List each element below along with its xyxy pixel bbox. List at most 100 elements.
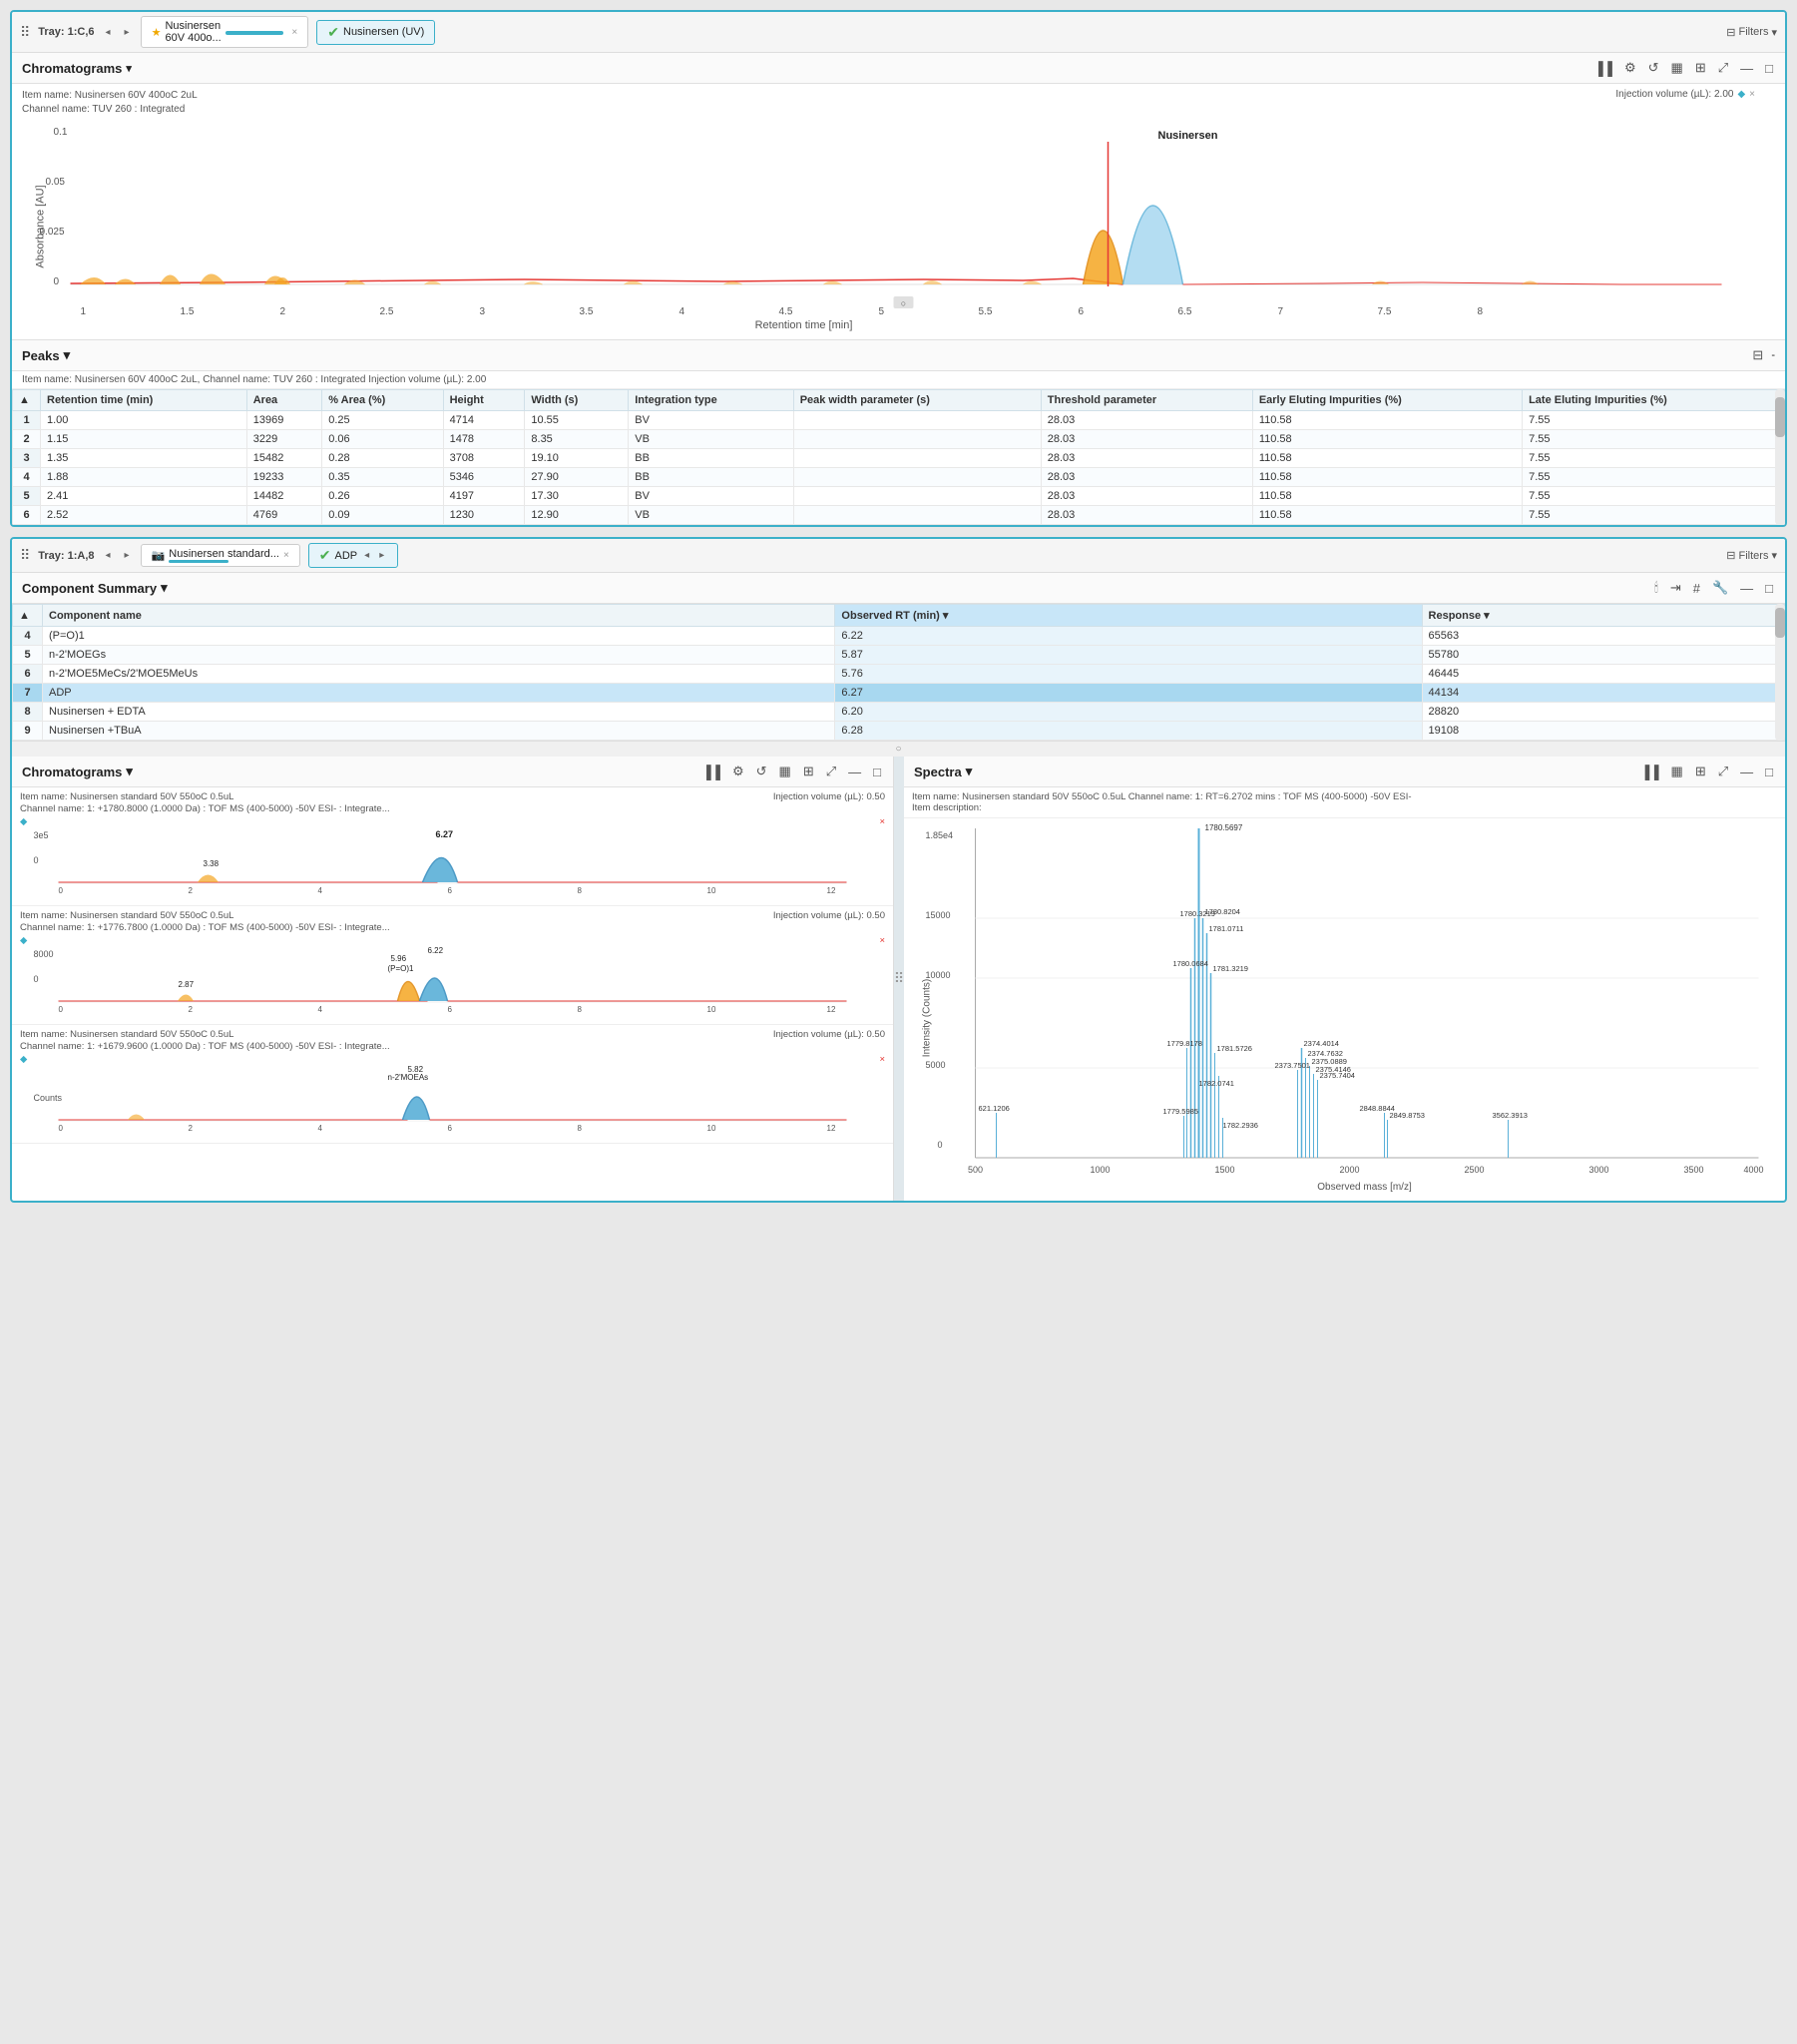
- table-row[interactable]: 5 2.41 14482 0.26 4197 17.30 BV 28.03 11…: [13, 487, 1785, 506]
- mini-close-1[interactable]: ×: [879, 816, 885, 828]
- col-header-height[interactable]: Height: [443, 390, 525, 411]
- scrollbar-thumb[interactable]: [1775, 397, 1785, 437]
- comp-scrollbar-thumb[interactable]: [1775, 608, 1785, 638]
- col-header-area[interactable]: Area: [246, 390, 322, 411]
- comp-col-name[interactable]: Component name: [43, 605, 835, 627]
- nav2-next[interactable]: ▸: [122, 548, 133, 563]
- inj-vol-link[interactable]: ◆: [1737, 89, 1745, 100]
- minimize-icon[interactable]: —: [1738, 59, 1755, 78]
- table-row[interactable]: 3 1.35 15482 0.28 3708 19.10 BB 28.03 11…: [13, 449, 1785, 468]
- spectra-meta: Item name: Nusinersen standard 50V 550oC…: [904, 787, 1785, 818]
- spectra-expand[interactable]: ⤢: [1716, 762, 1730, 781]
- table-row[interactable]: 4 1.88 19233 0.35 5346 27.90 BB 28.03 11…: [13, 468, 1785, 487]
- mini-minimize[interactable]: —: [846, 763, 863, 781]
- comp-maximize[interactable]: □: [1763, 579, 1775, 598]
- peaks-dropdown[interactable]: ▾: [64, 347, 71, 363]
- mini-layout[interactable]: ⊞: [801, 762, 816, 781]
- spectra-barchart[interactable]: ▐▐: [1638, 763, 1660, 781]
- tab1-panel2[interactable]: 📷 Nusinersen standard... ×: [141, 544, 300, 567]
- comp-dropdown[interactable]: ▾: [161, 580, 168, 596]
- table-row[interactable]: 5 n-2'MOEGs 5.87 55780: [13, 646, 1785, 665]
- table-row[interactable]: 8 Nusinersen + EDTA 6.20 28820: [13, 703, 1785, 722]
- col-header-integration[interactable]: Integration type: [629, 390, 793, 411]
- tab2-next[interactable]: ▸: [376, 548, 387, 563]
- cell-peak-width: [793, 449, 1041, 468]
- peaks-filter-icon[interactable]: ⊟: [1750, 345, 1765, 365]
- comp-scrollbar[interactable]: [1775, 604, 1785, 741]
- mini-pin-2[interactable]: ◆: [20, 935, 27, 946]
- cell-late1: 7.55: [1523, 411, 1785, 430]
- mini-close-2[interactable]: ×: [879, 935, 885, 947]
- expand-icon-center[interactable]: ○: [895, 744, 901, 755]
- mini-undo[interactable]: ↺: [754, 762, 769, 781]
- col-header-late[interactable]: Late Eluting Impurities (%): [1523, 390, 1785, 411]
- spectra-layout[interactable]: ⊞: [1693, 762, 1708, 781]
- tab-close[interactable]: ×: [291, 27, 297, 38]
- mini-barchart[interactable]: ▐▐: [700, 763, 722, 781]
- table-row[interactable]: 6 2.52 4769 0.09 1230 12.90 VB 28.03 110…: [13, 506, 1785, 525]
- tab2-panel2[interactable]: ✔ ADP ◂ ▸: [308, 543, 398, 568]
- table-row[interactable]: 9 Nusinersen +TBuA 6.28 19108: [13, 722, 1785, 741]
- tab2-panel1[interactable]: ✔ Nusinersen (UV): [316, 20, 435, 45]
- scrollbar-v[interactable]: [1775, 389, 1785, 525]
- spectra-maximize[interactable]: □: [1763, 763, 1775, 781]
- tab2-prev[interactable]: ◂: [361, 548, 372, 563]
- tab1-close[interactable]: ×: [283, 550, 289, 561]
- filter-button-1[interactable]: ⊟ Filters ▾: [1726, 26, 1777, 39]
- svg-text:0: 0: [59, 1124, 64, 1133]
- inj-vol-close[interactable]: ×: [1749, 89, 1755, 100]
- table-row[interactable]: 2 1.15 3229 0.06 1478 8.35 VB 28.03 110.…: [13, 430, 1785, 449]
- grid-icon[interactable]: ▦: [1669, 58, 1685, 78]
- peaks-filter-dash[interactable]: -: [1771, 349, 1775, 361]
- svg-text:500: 500: [968, 1165, 983, 1175]
- layout-icon[interactable]: ⊞: [1693, 58, 1708, 78]
- comp-col-response[interactable]: Response ▾: [1422, 605, 1784, 627]
- mini-pin-3[interactable]: ◆: [20, 1054, 27, 1065]
- nav2-prev[interactable]: ◂: [103, 548, 114, 563]
- table-row[interactable]: 7 ADP 6.27 44134: [13, 684, 1785, 703]
- nav-prev-1[interactable]: ◂: [103, 25, 114, 40]
- col-header-area-pct[interactable]: % Area (%): [322, 390, 443, 411]
- mini-close-3[interactable]: ×: [879, 1054, 885, 1066]
- maximize-icon[interactable]: □: [1763, 59, 1775, 78]
- col-header-threshold[interactable]: Threshold parameter: [1041, 390, 1252, 411]
- share-icon[interactable]: ⇥: [1668, 578, 1683, 598]
- chrom-dropdown-icon[interactable]: ▾: [126, 62, 132, 75]
- nav-next-1[interactable]: ▸: [122, 25, 133, 40]
- filter-button-2[interactable]: ⊟ Filters ▾: [1726, 549, 1777, 562]
- mini-chart-1: Item name: Nusinersen standard 50V 550oC…: [12, 787, 893, 906]
- col-header-early[interactable]: Early Eluting Impurities (%): [1252, 390, 1522, 411]
- gear-icon[interactable]: ⚙: [1622, 58, 1638, 78]
- wrench-icon[interactable]: 🔧: [1710, 578, 1730, 598]
- mini-maximize[interactable]: □: [871, 763, 883, 781]
- col-header-peak-width[interactable]: Peak width parameter (s): [793, 390, 1041, 411]
- table-row[interactable]: 6 n-2'MOE5MeCs/2'MOE5MeUs 5.76 46445: [13, 665, 1785, 684]
- tray-icon: ⠿: [20, 24, 30, 41]
- expand-icon[interactable]: ⤢: [1716, 58, 1730, 78]
- candle-icon[interactable]: 🕯: [1652, 578, 1660, 598]
- spectra-minimize[interactable]: —: [1738, 763, 1755, 781]
- cell-rt: 1.15: [41, 430, 247, 449]
- comp-minimize[interactable]: —: [1738, 579, 1755, 598]
- svg-text:3000: 3000: [1588, 1165, 1608, 1175]
- col-header-rt[interactable]: Retention time (min): [41, 390, 247, 411]
- mini-expand[interactable]: ⤢: [824, 762, 838, 781]
- hash-icon[interactable]: #: [1691, 579, 1702, 598]
- comp-col-rt[interactable]: Observed RT (min) ▾: [835, 605, 1422, 627]
- mini-grid[interactable]: ▦: [777, 762, 793, 781]
- undo-icon[interactable]: ↺: [1646, 58, 1661, 78]
- table-row[interactable]: 1 1.00 13969 0.25 4714 10.55 BV 28.03 11…: [13, 411, 1785, 430]
- mini-pin-1[interactable]: ◆: [20, 816, 27, 827]
- panel-divider[interactable]: ⠿: [894, 757, 904, 1201]
- mini-gear[interactable]: ⚙: [730, 762, 746, 781]
- barchart-icon[interactable]: ▐▐: [1592, 59, 1614, 78]
- cell-area: 15482: [246, 449, 322, 468]
- comp-col-num: ▲: [13, 605, 43, 627]
- spectra-grid[interactable]: ▦: [1669, 762, 1685, 781]
- spectra-dropdown[interactable]: ▾: [966, 764, 973, 779]
- tab1-panel1[interactable]: ★ Nusinersen 60V 400o... ×: [141, 16, 309, 48]
- table-row[interactable]: 4 (P=O)1 6.22 65563: [13, 627, 1785, 646]
- col-header-width[interactable]: Width (s): [525, 390, 629, 411]
- mini-chrom-dropdown[interactable]: ▾: [126, 764, 133, 779]
- filter2-arrow: ▾: [1771, 549, 1777, 562]
